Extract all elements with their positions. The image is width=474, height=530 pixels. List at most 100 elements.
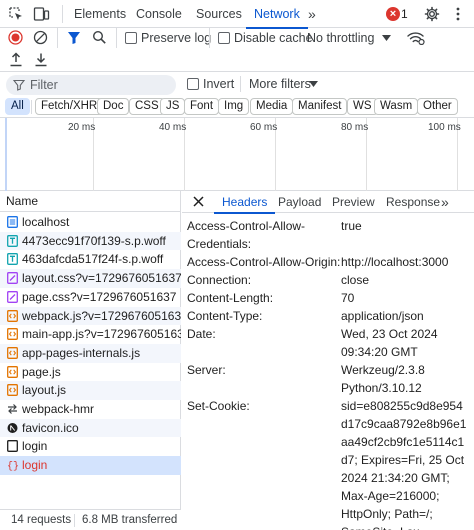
stylesheet-icon xyxy=(7,272,18,285)
header-name: Set-Cookie: xyxy=(187,399,250,413)
tab-headers[interactable]: Headers xyxy=(213,191,276,214)
clear-icon[interactable] xyxy=(33,30,48,45)
status-divider xyxy=(74,514,75,527)
chip-ws[interactable]: WS xyxy=(347,98,378,115)
chip-other[interactable]: Other xyxy=(417,98,458,115)
font-icon xyxy=(7,253,18,266)
device-toolbar-icon[interactable] xyxy=(33,6,50,22)
request-row[interactable]: page.css?v=1729676051637 xyxy=(0,288,181,307)
disable-cache-label[interactable]: Disable cache xyxy=(234,28,313,48)
script-icon xyxy=(7,365,18,378)
network-conditions-wifi-icon[interactable] xyxy=(407,31,425,45)
header-value: 09:34:20 GMT xyxy=(341,345,418,359)
filter-row: Invert More filters xyxy=(0,72,474,96)
chip-manifest[interactable]: Manifest xyxy=(292,98,348,115)
error-icon[interactable]: × xyxy=(386,7,400,21)
document-icon xyxy=(7,216,18,228)
font-icon xyxy=(7,234,18,247)
invert-checkbox[interactable] xyxy=(187,78,199,90)
request-name: localhost xyxy=(22,215,70,229)
timeline-tick-label: 40 ms xyxy=(159,122,187,133)
import-har-upload-icon[interactable] xyxy=(9,52,23,67)
request-row[interactable]: localhost xyxy=(0,213,181,232)
chip-doc[interactable]: Doc xyxy=(97,98,130,115)
tab-sources[interactable]: Sources xyxy=(196,0,242,28)
toolbar-divider xyxy=(116,28,117,48)
name-column-header[interactable]: Name xyxy=(0,191,181,212)
header-value: Python/3.10.12 xyxy=(341,381,422,395)
more-options-kebab-icon[interactable] xyxy=(455,6,461,22)
script-icon xyxy=(7,309,18,322)
inspect-element-icon[interactable] xyxy=(8,6,24,22)
tab-response[interactable]: Response xyxy=(386,191,440,213)
request-row[interactable]: favicon.ico xyxy=(0,418,181,438)
request-row[interactable]: main-app.js?v=1729676051637 xyxy=(0,325,181,344)
request-row[interactable]: page.js xyxy=(0,363,181,382)
chip-all[interactable]: All xyxy=(5,98,30,115)
script-icon xyxy=(7,384,18,397)
toolbar-divider xyxy=(209,28,210,48)
search-icon[interactable] xyxy=(92,30,107,45)
request-name: 463dafcda517f24f-s.p.woff xyxy=(22,252,164,267)
request-row[interactable]: layout.css?v=1729676051637 xyxy=(0,269,181,288)
timeline-tick-label: 60 ms xyxy=(250,122,278,133)
request-name: app-pages-internals.js xyxy=(22,345,141,360)
tab-elements[interactable]: Elements xyxy=(74,0,126,28)
more-filters-arrow-icon[interactable] xyxy=(309,81,318,87)
blank-icon xyxy=(7,440,18,453)
more-tabs-chevron-icon[interactable]: » xyxy=(308,0,316,28)
invert-label[interactable]: Invert xyxy=(203,74,234,94)
error-count[interactable]: 1 xyxy=(401,0,408,28)
throttling-dropdown-arrow-icon[interactable] xyxy=(382,35,391,41)
export-har-download-icon[interactable] xyxy=(34,52,48,67)
svg-text:{}: {} xyxy=(7,461,18,472)
chip-wasm[interactable]: Wasm xyxy=(374,98,419,115)
more-filters-dropdown[interactable]: More filters xyxy=(249,74,311,94)
request-row[interactable]: {} login xyxy=(0,456,181,475)
request-name: favicon.ico xyxy=(22,420,79,435)
websocket-icon xyxy=(7,403,18,415)
close-details-icon[interactable] xyxy=(193,196,204,207)
network-toolbar-secondary xyxy=(0,48,474,72)
preserve-log-label[interactable]: Preserve log xyxy=(141,28,211,48)
request-row[interactable]: webpack.js?v=1729676051637 xyxy=(0,306,181,326)
header-value: true xyxy=(341,219,362,233)
timeline-tick-label: 20 ms xyxy=(68,122,96,133)
stop-recording-icon[interactable] xyxy=(8,30,23,45)
request-row[interactable]: webpack-hmr xyxy=(0,400,181,419)
request-row[interactable]: layout.js xyxy=(0,381,181,400)
chip-fetch-xhr[interactable]: Fetch/XHR xyxy=(35,98,104,115)
chip-media[interactable]: Media xyxy=(250,98,294,115)
disable-cache-checkbox[interactable] xyxy=(218,32,230,44)
request-row[interactable]: 463dafcda517f24f-s.p.woff xyxy=(0,250,181,269)
tab-console[interactable]: Console xyxy=(136,0,182,28)
request-name: layout.js xyxy=(22,383,67,398)
details-tabbar: Headers Payload Preview Response » xyxy=(182,191,474,214)
chip-js[interactable]: JS xyxy=(160,98,186,115)
details-scrollbar[interactable] xyxy=(463,225,468,525)
request-details-pane: Headers Payload Preview Response » Acces… xyxy=(182,191,474,530)
throttling-select[interactable]: No throttling xyxy=(307,28,374,48)
header-value: Werkzeug/2.3.8 xyxy=(341,363,425,377)
tab-network[interactable]: Network xyxy=(246,0,308,29)
timeline-overview[interactable]: 20 ms 40 ms 60 ms 80 ms 100 ms xyxy=(0,118,474,191)
header-value: HttpOnly; Path=/; xyxy=(341,507,433,521)
filter-funnel-icon xyxy=(13,79,25,91)
preserve-log-checkbox[interactable] xyxy=(125,32,137,44)
header-name: Access-Control-Allow-Origin: xyxy=(187,255,341,269)
more-detail-tabs-chevron-icon[interactable]: » xyxy=(441,191,449,213)
request-name: 4473ecc91f70f139-s.p.woff xyxy=(22,233,166,248)
tab-preview[interactable]: Preview xyxy=(332,191,375,213)
tab-payload[interactable]: Payload xyxy=(278,191,321,213)
request-name: login xyxy=(22,439,48,454)
filter-funnel-icon[interactable] xyxy=(67,30,81,45)
request-row[interactable]: app-pages-internals.js xyxy=(0,343,181,363)
chip-img[interactable]: Img xyxy=(218,98,250,115)
request-row[interactable]: login xyxy=(0,437,181,456)
chip-font[interactable]: Font xyxy=(184,98,220,115)
filter-input[interactable] xyxy=(6,75,176,95)
request-row[interactable]: 4473ecc91f70f139-s.p.woff xyxy=(0,231,181,251)
header-value: Max-Age=216000; xyxy=(341,489,440,503)
stylesheet-icon xyxy=(7,290,18,303)
settings-gear-icon[interactable] xyxy=(424,6,440,22)
